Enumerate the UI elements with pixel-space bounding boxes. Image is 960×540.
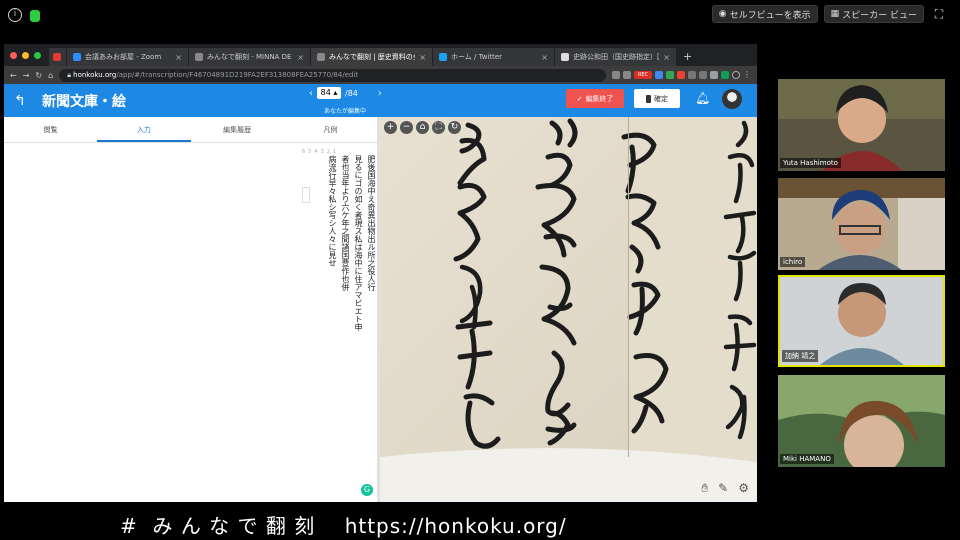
browser-tab-2[interactable]: みんなで翻刻 | 歴史資料の全文翻刻× [311, 48, 433, 66]
image-bottom-tools: ✋︎ ✎ ⚙ [701, 481, 749, 496]
twitter-favicon-icon [439, 53, 447, 61]
record-extension-icon[interactable]: REC [634, 71, 652, 79]
pencil-icon[interactable]: ✎ [718, 481, 728, 496]
transcription-line: 病流行早々私シ写シ人々に見せ [328, 155, 337, 267]
check-icon: ✓ [576, 94, 583, 103]
pinned-tab[interactable] [49, 48, 67, 66]
tab-close-icon[interactable]: × [419, 53, 426, 62]
browser-tab-1[interactable]: みんなで翻刻 - MINNA DE HONKOKU× [189, 48, 311, 66]
address-bar: ← → ↻ ⌂ 🔒︎ honkoku.org/app/#/transcripti… [4, 66, 757, 84]
extension-icon[interactable] [710, 71, 718, 79]
page-total: /84 [345, 88, 358, 98]
tab-close-icon[interactable]: × [541, 53, 548, 62]
page-pager: ‹ 84 ▴ /84 › [309, 87, 382, 99]
tab-view[interactable]: 閲覧 [4, 117, 97, 142]
fullscreen-icon[interactable]: ⛶ [432, 121, 445, 134]
reload-icon[interactable]: ↻ [35, 71, 42, 80]
back-arrow-icon[interactable]: ↰ [8, 93, 32, 109]
hand-pan-icon[interactable]: ✋︎ [701, 481, 708, 496]
extension-icon[interactable] [666, 71, 674, 79]
page-title: 新聞文庫・絵 [42, 93, 126, 110]
forward-icon[interactable]: → [23, 71, 30, 80]
minimize-window-icon[interactable] [22, 52, 29, 59]
url-field[interactable]: 🔒︎ honkoku.org/app/#/transcription/F4670… [59, 68, 606, 82]
honkoku-favicon-icon [317, 53, 325, 61]
browser-tab-3[interactable]: ホーム / Twitter × [433, 48, 555, 66]
back-icon[interactable]: ← [10, 71, 17, 80]
phone-icon [646, 94, 651, 103]
transcription-pane: 閲覧 入力 編集履歴 凡例 654321 肥後国海中え奇異出物出ル所之役人行 見… [4, 117, 377, 502]
app-header: ↰ 新聞文庫・絵 ‹ 84 ▴ /84 › あなたが編集中 ✓ 編集終了 確定 🔔… [4, 84, 757, 117]
participant-name: Yuta Hashimoto [780, 158, 841, 168]
grid-icon: ▦ [830, 9, 840, 19]
zoom-out-icon[interactable]: − [400, 121, 413, 134]
participant-tile-2-speaking[interactable]: 加納 靖之 [778, 275, 945, 367]
tab-input[interactable]: 入力 [97, 117, 191, 142]
extensions: REC ⋮ [612, 71, 751, 79]
image-zoom-controls: + − ⌂ ⛶ ↻ [384, 121, 461, 134]
eye-icon: ◉ [718, 9, 727, 19]
extension-icon[interactable] [699, 71, 707, 79]
manuscript-image [380, 117, 757, 502]
tab-close-icon[interactable]: × [175, 53, 182, 62]
zoom-in-icon[interactable]: + [384, 121, 397, 134]
browser-tab-0[interactable]: 会議あみお部屋 - Zoom × [67, 48, 189, 66]
finish-edit-button[interactable]: ✓ 編集終了 [566, 89, 624, 108]
transcription-line: 肥後国海中え奇異出物出ル所之役人行 [367, 155, 376, 291]
new-tab-button[interactable]: + [677, 50, 698, 66]
next-page-icon[interactable]: › [378, 88, 382, 99]
home-view-icon[interactable]: ⌂ [416, 121, 429, 134]
transcription-editor[interactable]: 654321 肥後国海中え奇異出物出ル所之役人行 見るにゴの如く者現ス私は海中に… [4, 143, 377, 495]
tab-bar: 会議あみお部屋 - Zoom× みんなで翻刻 - MINNA DE HONKOK… [4, 44, 757, 66]
close-window-icon[interactable] [10, 52, 17, 59]
extension-icon[interactable] [677, 71, 685, 79]
extension-icon[interactable] [655, 71, 663, 79]
zoom-lens-icon[interactable] [612, 71, 620, 79]
hashtag-url-banner: # み ん な で 翻 刻 https://honkoku.org/ [120, 514, 567, 538]
extension-icon[interactable] [721, 71, 729, 79]
editing-note: あなたが編集中 [324, 108, 367, 115]
speaker-view-button[interactable]: ▦ スピーカー ビュー [823, 5, 924, 23]
confirm-button[interactable]: 確定 [634, 89, 680, 108]
transcription-line: 者也当年より六ケ年之間諸国豊作也併 [341, 155, 350, 291]
grammarly-icon[interactable]: G [361, 484, 373, 496]
participant-name: ichiro [780, 257, 806, 267]
honkoku-favicon-icon [195, 53, 203, 61]
participant-tile-3[interactable]: Miki HAMANO [778, 375, 945, 467]
prev-page-icon[interactable]: ‹ [309, 88, 313, 99]
browser-window: 会議あみお部屋 - Zoom× みんなで翻刻 - MINNA DE HONKOK… [4, 44, 757, 502]
participant-tile-1[interactable]: ichiro [778, 178, 945, 270]
transcription-line: 見るにゴの如く者現ス私は海中に住アマビエト申 [354, 155, 363, 331]
profile-icon[interactable] [732, 71, 740, 79]
mode-tabs: 閲覧 入力 編集履歴 凡例 [4, 117, 377, 143]
line-marker [302, 187, 310, 203]
manuscript-image-pane[interactable]: + − ⌂ ⛶ ↻ ✋︎ ✎ ⚙ [380, 117, 757, 502]
home-icon[interactable]: ⌂ [48, 71, 53, 80]
info-icon[interactable]: i [8, 8, 22, 22]
fullscreen-icon[interactable]: ⛶ [930, 7, 948, 22]
participant-name: Miki HAMANO [780, 454, 834, 464]
self-view-button[interactable]: ◉ セルフビューを表示 [711, 5, 818, 23]
page-number-input[interactable]: 84 ▴ [317, 87, 341, 99]
lock-icon[interactable] [30, 10, 40, 22]
gmail-icon [53, 53, 61, 61]
participant-tile-0[interactable]: Yuta Hashimoto [778, 79, 945, 171]
maximize-window-icon[interactable] [34, 52, 41, 59]
tab-close-icon[interactable]: × [663, 53, 670, 62]
browser-tab-4[interactable]: 史跡公和田（国史跡指定）国分× [555, 48, 677, 66]
participant-name: 加納 靖之 [782, 350, 819, 362]
robot-icon[interactable]: ⚙ [738, 481, 749, 496]
star-icon[interactable] [623, 71, 631, 79]
rotate-icon[interactable]: ↻ [448, 121, 461, 134]
extension-icon[interactable] [688, 71, 696, 79]
menu-icon[interactable]: ⋮ [743, 71, 751, 79]
tab-history[interactable]: 編集履歴 [191, 117, 284, 142]
avatar[interactable] [722, 89, 742, 109]
doc-favicon-icon [561, 53, 569, 61]
bell-icon[interactable]: 🔔︎ [695, 91, 710, 105]
zoom-favicon-icon [73, 53, 81, 61]
zoom-top-bar: i ◉ セルフビューを表示 ▦ スピーカー ビュー ⛶ [0, 0, 960, 30]
tab-legend[interactable]: 凡例 [284, 117, 377, 142]
tab-close-icon[interactable]: × [297, 53, 304, 62]
